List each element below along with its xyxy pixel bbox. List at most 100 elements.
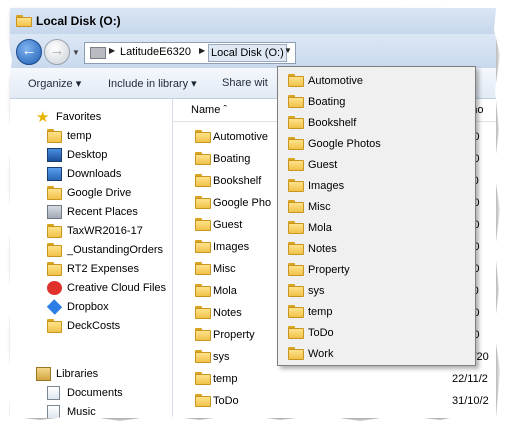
dropdown-folder-item[interactable]: Images <box>278 175 475 196</box>
file-name: Images <box>213 241 250 253</box>
file-name: Boating <box>213 153 251 165</box>
folder-icon <box>288 137 304 150</box>
folder-icon <box>16 15 32 27</box>
dropdown-folder-item[interactable]: Mola <box>278 217 475 238</box>
folder-icon <box>195 394 211 407</box>
dropdown-item-label: Property <box>308 264 350 276</box>
sidebar-item[interactable]: Dropbox <box>10 298 170 317</box>
dropdown-folder-item[interactable]: Misc <box>278 196 475 217</box>
file-row[interactable]: temp 22/11/2 <box>173 369 496 390</box>
breadcrumb-computer[interactable]: LatitudeE6320 <box>120 46 191 58</box>
forward-button[interactable]: → <box>44 39 70 65</box>
file-name: sys <box>213 351 230 363</box>
dropdown-item-label: Misc <box>308 201 331 213</box>
dropdown-folder-item[interactable]: temp <box>278 301 475 322</box>
dropdown-folder-item[interactable]: sys <box>278 280 475 301</box>
dropdown-item-label: Boating <box>308 96 346 108</box>
sidebar-item[interactable]: RT2 Expenses <box>10 260 170 279</box>
breadcrumb-drive[interactable]: Local Disk (O:) <box>208 44 287 62</box>
title-bar: Local Disk (O:) <box>10 8 496 34</box>
dropdown-folder-item[interactable]: Guest <box>278 154 475 175</box>
dropdown-folder-item[interactable]: Property <box>278 259 475 280</box>
folder-icon <box>195 152 211 165</box>
folder-icon <box>195 284 211 297</box>
dropdown-folder-item[interactable]: Boating <box>278 91 475 112</box>
sidebar-item[interactable]: TaxWR2016-17 <box>10 222 170 241</box>
folder-icon <box>288 179 304 192</box>
folder-icon <box>195 218 211 231</box>
back-arrow-icon: ← <box>21 42 37 59</box>
folder-icon <box>195 196 211 209</box>
dropdown-item-label: Google Photos <box>308 138 381 150</box>
sidebar-item[interactable]: Google Drive <box>10 184 170 203</box>
libraries-header[interactable]: Libraries <box>10 365 170 384</box>
breadcrumb-dropdown-icon[interactable]: ▼ <box>284 46 292 55</box>
folder-icon <box>288 200 304 213</box>
sidebar-library-item[interactable]: Documents <box>10 384 170 403</box>
file-name: Google Pho <box>213 197 272 209</box>
dropdown-item-label: Guest <box>308 159 338 171</box>
folder-icon <box>47 243 62 257</box>
file-name: Automotive <box>213 131 269 143</box>
favorites-header[interactable]: ★ Favorites <box>10 108 170 127</box>
dropdown-item-label: Automotive <box>308 75 364 87</box>
breadcrumb-dropdown-menu: Automotive Boating Bookshelf Google Photos G… <box>277 66 476 366</box>
file-row[interactable]: ToDo 31/10/2 <box>173 391 496 412</box>
dropdown-folder-item[interactable]: Automotive <box>278 70 475 91</box>
folder-icon <box>288 95 304 108</box>
folder-icon <box>288 284 304 297</box>
sidebar-item[interactable]: Downloads <box>10 165 170 184</box>
dropdown-folder-item[interactable]: Notes <box>278 238 475 259</box>
dropdown-folder-item[interactable]: ToDo <box>278 322 475 343</box>
organize-button[interactable]: Organize ▾ <box>28 77 81 90</box>
sidebar-library-item[interactable]: Music <box>10 403 170 418</box>
include-in-library-button[interactable]: Include in library ▾ <box>108 77 197 90</box>
folder-icon <box>47 224 62 238</box>
sidebar-item[interactable]: temp <box>10 127 170 146</box>
dropdown-folder-item[interactable]: Google Photos <box>278 133 475 154</box>
folder-icon <box>288 158 304 171</box>
share-with-button[interactable]: Share wit <box>222 77 268 89</box>
sidebar-item-label: RT2 Expenses <box>67 263 139 275</box>
folder-icon <box>288 326 304 339</box>
sidebar-item[interactable]: Desktop <box>10 146 170 165</box>
explorer-window: Local Disk (O:) ← → ▼ ▶ LatitudeE6320 ▶ … <box>10 8 496 418</box>
sidebar-library-label: Music <box>67 406 96 418</box>
folder-icon <box>288 242 304 255</box>
sidebar-item[interactable]: DeckCosts <box>10 317 170 336</box>
breadcrumb-separator-icon[interactable]: ▶ <box>109 46 115 55</box>
dropdown-folder-item[interactable]: Bookshelf <box>278 112 475 133</box>
sidebar-item-label: temp <box>67 130 92 142</box>
recent-places-icon <box>47 205 62 219</box>
sidebar-item-label: Google Drive <box>67 187 132 199</box>
dropdown-folder-item[interactable]: Work <box>278 343 475 364</box>
desktop-icon <box>47 148 62 162</box>
address-bar: ← → ▼ ▶ LatitudeE6320 ▶ Local Disk (O:) … <box>10 34 496 68</box>
breadcrumb-separator-icon[interactable]: ▶ <box>199 46 205 55</box>
dropdown-item-label: Mola <box>308 222 332 234</box>
folder-icon <box>195 350 211 363</box>
recent-pages-dropdown-icon[interactable]: ▼ <box>72 48 80 57</box>
folder-icon <box>288 116 304 129</box>
sidebar-library-label: Documents <box>67 387 123 399</box>
sidebar-item[interactable]: Recent Places <box>10 203 170 222</box>
dropdown-item-label: Bookshelf <box>308 117 357 129</box>
file-name: ToDo <box>213 395 239 407</box>
sidebar-item[interactable]: _OustandingOrders <box>10 241 170 260</box>
library-icon <box>36 367 51 381</box>
sidebar-item-label: Desktop <box>67 149 108 161</box>
sidebar-item[interactable]: Creative Cloud Files <box>10 279 170 298</box>
name-column-header[interactable]: Name ˆ <box>191 104 227 116</box>
folder-icon <box>47 186 62 200</box>
file-name: Guest <box>213 219 243 231</box>
sidebar-item-label: Downloads <box>67 168 122 180</box>
forward-arrow-icon: → <box>49 42 65 59</box>
folder-icon <box>47 129 62 143</box>
folder-icon <box>288 74 304 87</box>
file-date-modified: 22/11/2 <box>452 373 488 385</box>
window-title: Local Disk (O:) <box>36 14 121 28</box>
computer-icon <box>90 47 106 59</box>
libraries-header-label: Libraries <box>56 368 99 380</box>
back-button[interactable]: ← <box>16 39 42 65</box>
address-box[interactable]: ▶ LatitudeE6320 ▶ Local Disk (O:) ▼ <box>84 42 296 64</box>
